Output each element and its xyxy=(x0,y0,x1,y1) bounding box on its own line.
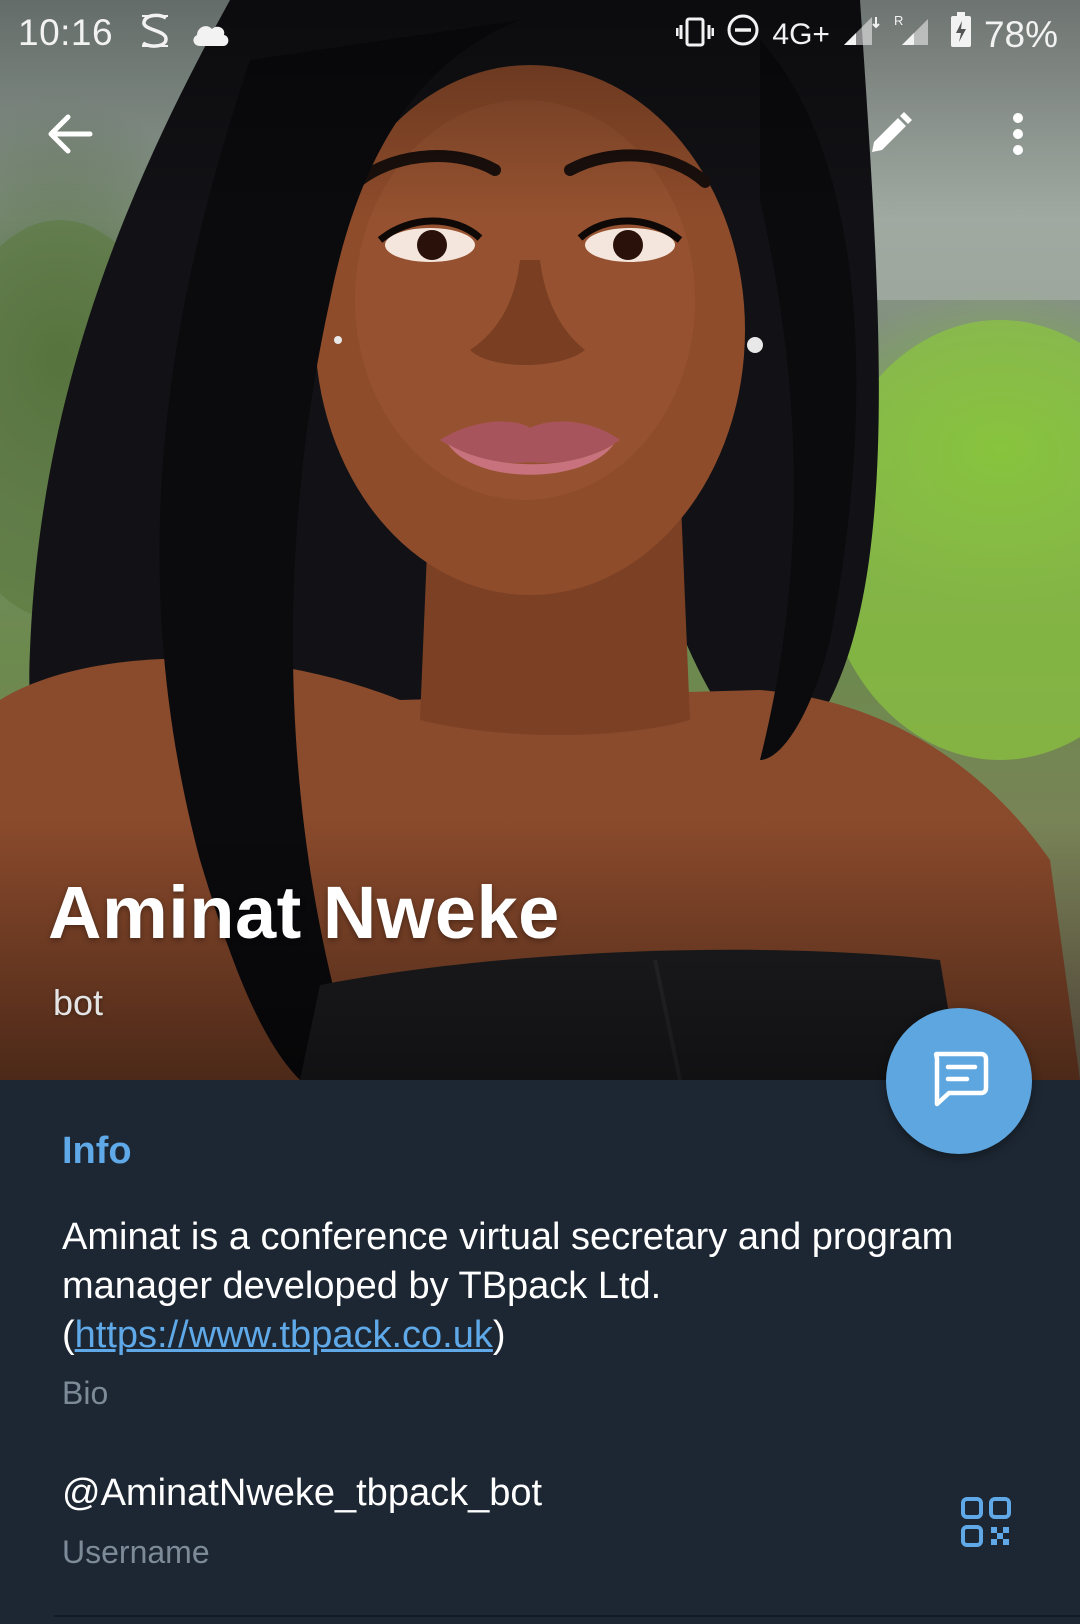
signal-icon xyxy=(842,13,882,56)
battery-charging-icon xyxy=(950,12,972,57)
bio-text-after: ) xyxy=(492,1314,506,1356)
profile-name: Aminat Nweke xyxy=(48,871,560,954)
cloud-icon xyxy=(190,15,230,57)
divider xyxy=(54,1615,1080,1617)
edit-button[interactable] xyxy=(854,100,926,172)
status-bar: 10:16 4G+ R 78% xyxy=(0,0,1080,66)
bio-label: Bio xyxy=(62,1375,109,1411)
arrow-left-icon xyxy=(46,113,94,160)
message-icon xyxy=(929,1050,989,1113)
username-value[interactable]: @AminatNweke_tbpack_bot xyxy=(62,1472,542,1515)
pencil-icon xyxy=(868,111,912,161)
status-left-icons xyxy=(138,12,230,59)
vibrate-icon xyxy=(675,14,715,56)
username-label: Username xyxy=(62,1534,210,1570)
qr-code-button[interactable] xyxy=(956,1494,1016,1554)
network-type: 4G+ xyxy=(772,17,830,51)
bio-link[interactable]: https://www.tbpack.co.uk xyxy=(75,1314,493,1356)
more-options-button[interactable] xyxy=(982,100,1054,172)
do-not-disturb-icon xyxy=(726,13,760,56)
stylus-s-icon xyxy=(138,12,172,59)
qr-code-icon xyxy=(961,1496,1011,1552)
signal-roaming-icon: R xyxy=(894,13,938,56)
battery-percent: 78% xyxy=(983,13,1058,55)
back-button[interactable] xyxy=(34,100,106,172)
more-vertical-icon xyxy=(1011,112,1025,161)
info-section-title: Info xyxy=(62,1130,132,1172)
bio-text[interactable]: Aminat is a conference virtual secretary… xyxy=(62,1213,962,1360)
info-panel: Info Aminat is a conference virtual secr… xyxy=(0,1080,1080,1624)
svg-text:R: R xyxy=(894,13,903,28)
status-time: 10:16 xyxy=(18,12,114,53)
status-right-icons: 4G+ R 78% xyxy=(675,12,1058,57)
profile-status: bot xyxy=(53,982,104,1023)
send-message-button[interactable] xyxy=(886,1008,1032,1154)
